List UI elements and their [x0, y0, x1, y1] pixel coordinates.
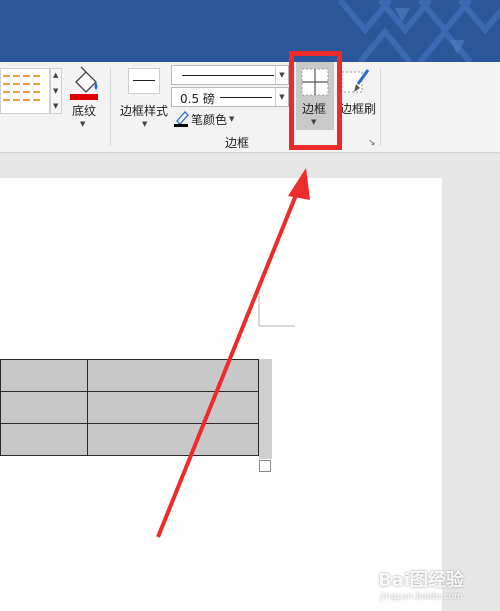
table-style-preview-icon [3, 75, 40, 101]
table-cell[interactable] [0, 423, 88, 456]
table-cell[interactable] [87, 423, 259, 456]
table-row [0, 391, 259, 424]
borders-highlight-box [289, 51, 342, 150]
pen-color-button[interactable]: 笔颜色 ▼ [171, 109, 241, 129]
border-painter-button[interactable]: 边框刷 [336, 66, 376, 126]
gallery-down-icon: ▼ [53, 87, 59, 95]
gallery-more-icon: ▼ [53, 102, 59, 110]
line-style-combo[interactable]: ▼ [171, 65, 289, 85]
table-cell[interactable] [0, 391, 88, 424]
pen-weight-dropdown-icon[interactable]: ▼ [275, 88, 288, 106]
shading-button[interactable]: 底纹 ▼ [64, 66, 104, 128]
shading-dropdown-icon[interactable]: ▼ [80, 120, 85, 128]
pen-icon [174, 111, 189, 127]
shading-color-bar [70, 94, 98, 100]
pen-color-dropdown-icon: ▼ [229, 115, 235, 123]
border-painter-label: 边框刷 [340, 102, 377, 116]
border-painter-icon [341, 69, 370, 93]
watermark: Bai图经验 [378, 570, 465, 591]
separator [110, 68, 111, 146]
line-style-dropdown-icon[interactable]: ▼ [275, 66, 288, 84]
pen-weight-value: 0.5 磅 [180, 92, 215, 106]
border-style-preview-icon [128, 68, 160, 94]
table-cell[interactable] [0, 359, 88, 392]
gallery-up-icon: ▲ [53, 71, 59, 79]
title-bar-pattern [337, 0, 500, 62]
pen-weight-preview [220, 97, 272, 98]
document-table[interactable] [0, 359, 259, 456]
table-cell[interactable] [87, 359, 259, 392]
dialog-launcher-icon[interactable]: ↘ [368, 138, 376, 148]
table-row [0, 359, 259, 392]
ribbon-borders-group: ▲ ▼ ▼ 底纹 ▼ 边框样式 ▼ ▼ 0.5 磅 ▼ 笔颜色 ▼ 边框 ▼ 边… [0, 62, 500, 153]
border-styles-button[interactable]: 边框样式 ▼ [116, 66, 172, 128]
table-end-of-row-marker [259, 359, 272, 459]
gallery-scroll[interactable]: ▲ ▼ ▼ [50, 68, 62, 114]
border-styles-dropdown-icon: ▼ [142, 120, 148, 128]
margin-corner-mark [258, 288, 295, 327]
border-styles-label: 边框样式 [120, 104, 169, 118]
title-bar [0, 0, 500, 62]
table-cell[interactable] [87, 391, 259, 424]
table-resize-handle[interactable] [259, 460, 271, 472]
pen-color-label: 笔颜色 [191, 113, 228, 127]
separator [380, 68, 381, 146]
line-style-preview [182, 75, 274, 76]
pen-weight-combo[interactable]: 0.5 磅 ▼ [171, 87, 289, 107]
shading-label: 底纹 [72, 104, 97, 118]
paint-bucket-icon [70, 66, 98, 100]
borders-group-label: 边框 [225, 136, 250, 150]
table-style-gallery[interactable] [0, 68, 50, 114]
table-row [0, 423, 259, 456]
watermark-url: jingyan.baidu.com [380, 592, 464, 602]
